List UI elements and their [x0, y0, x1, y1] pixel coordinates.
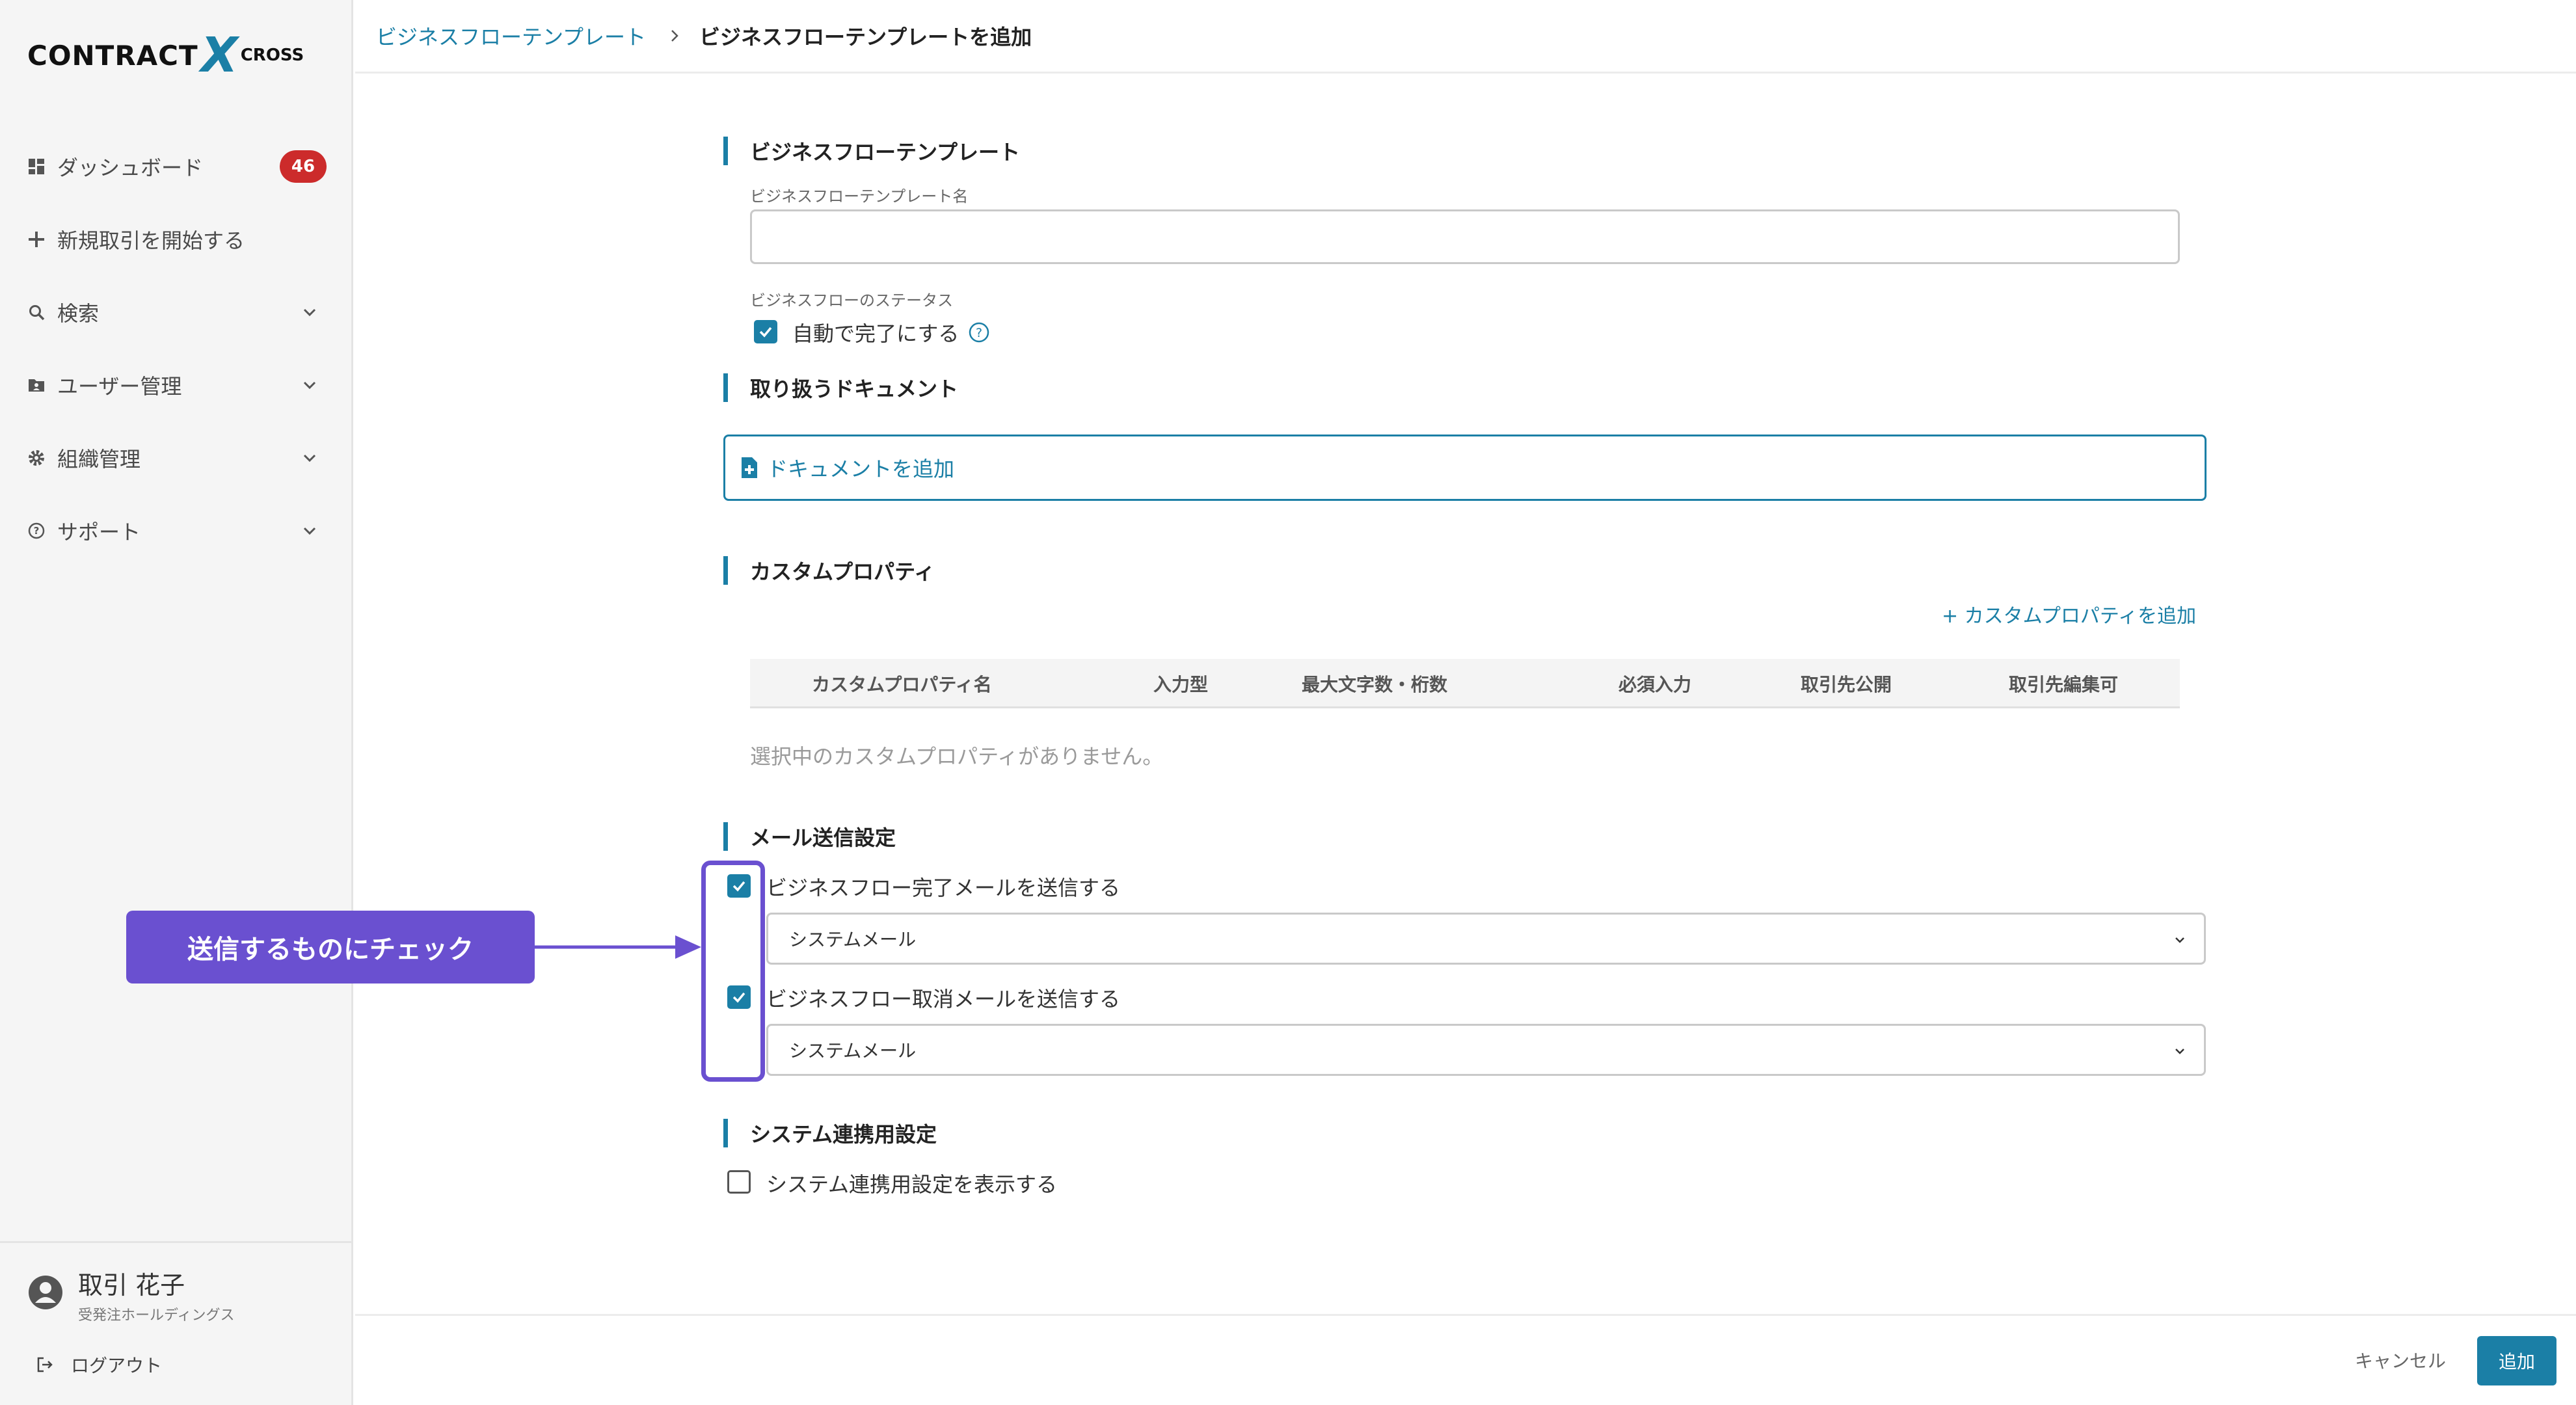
chevron-down-icon [2175, 1049, 2184, 1054]
help-icon: ? [27, 522, 46, 540]
plus-icon [27, 230, 46, 248]
notification-badge: 46 [280, 150, 327, 183]
auto-complete-option[interactable]: 自動で完了にする ? [792, 317, 990, 347]
sidebar-item-organization[interactable]: 組織管理 [0, 421, 351, 494]
column-header[interactable]: カスタムプロパティ名 [812, 659, 992, 708]
sidebar-item-label: サポート [57, 520, 141, 544]
svg-text:?: ? [34, 525, 40, 537]
custom-properties-empty-message: 選択中のカスタムプロパティがありません。 [750, 744, 1164, 769]
sidebar-item-search[interactable]: 検索 [0, 276, 351, 349]
add-document-icon [742, 457, 757, 478]
chevron-down-icon[interactable] [301, 522, 319, 540]
user-name: 取引 花子 [78, 1271, 185, 1300]
auto-complete-label: 自動で完了にする [792, 321, 959, 346]
dashboard-icon [27, 157, 46, 176]
user-folder-icon [27, 376, 46, 394]
sidebar-item-support[interactable]: ? サポート [0, 494, 351, 567]
column-header[interactable]: 最大文字数・桁数 [1302, 659, 1447, 708]
system-show-checkbox[interactable] [727, 1170, 751, 1194]
logo-x: X [200, 27, 238, 83]
mail-complete-select-value: システムメール [789, 929, 917, 950]
page-title: ビジネスフローテンプレートを追加 [699, 25, 1032, 49]
user-profile[interactable]: 取引 花子 受発注ホールディングス [27, 1265, 234, 1324]
section-title-template: ビジネスフローテンプレート [723, 137, 1020, 165]
section-title-custom-properties: カスタムプロパティ [723, 556, 935, 585]
mail-cancel-select-value: システムメール [789, 1040, 917, 1062]
chevron-down-icon[interactable] [301, 303, 319, 321]
chevron-down-icon[interactable] [301, 376, 319, 394]
chevron-down-icon[interactable] [301, 449, 319, 467]
avatar-icon [29, 1276, 62, 1309]
logout-label: ログアウト [71, 1355, 163, 1376]
logout-link[interactable]: ログアウト [36, 1352, 162, 1378]
section-title-system-integration: システム連携用設定 [723, 1119, 937, 1147]
chevron-right-icon [667, 28, 682, 44]
mail-cancel-label[interactable]: ビジネスフロー取消メールを送信する [766, 983, 1120, 1013]
mail-complete-label[interactable]: ビジネスフロー完了メールを送信する [766, 872, 1120, 902]
mail-complete-select[interactable]: システムメール [766, 913, 2206, 965]
logo-sub: CROSS [240, 46, 304, 65]
sidebar-item-new-deal[interactable]: 新規取引を開始する [0, 203, 351, 276]
annotation-callout: 送信するものにチェック [126, 911, 535, 983]
column-header[interactable]: 取引先編集可 [2009, 659, 2118, 708]
system-show-label[interactable]: システム連携用設定を表示する [766, 1168, 1057, 1198]
status-label: ビジネスフローのステータス [750, 291, 953, 310]
annotation-highlight-box [701, 861, 765, 1082]
template-name-input[interactable] [750, 209, 2180, 264]
cancel-button[interactable]: キャンセル [2355, 1347, 2446, 1373]
user-organization: 受発注ホールディングス [78, 1307, 235, 1324]
sidebar-divider [0, 1241, 351, 1243]
add-custom-property-link[interactable]: + カスタムプロパティを追加 [1942, 600, 2196, 628]
mail-cancel-select[interactable]: システムメール [766, 1024, 2206, 1076]
sidebar-item-label: ダッシュボード [57, 155, 204, 180]
custom-properties-table-header: カスタムプロパティ名 入力型 最大文字数・桁数 必須入力 取引先公開 取引先編集… [750, 659, 2180, 708]
logo-text: CONTRACT [27, 39, 198, 72]
help-icon[interactable]: ? [968, 321, 990, 343]
section-title-mail-settings: メール送信設定 [723, 822, 896, 851]
breadcrumb-link[interactable]: ビジネスフローテンプレート [376, 21, 646, 51]
breadcrumb: ビジネスフローテンプレート ビジネスフローテンプレートを追加 [355, 0, 2576, 74]
add-document-label: ドキュメントを追加 [767, 457, 955, 481]
sidebar-item-label: 組織管理 [57, 447, 141, 472]
sidebar-item-label: 新規取引を開始する [57, 228, 245, 253]
section-title-documents: 取り扱うドキュメント [723, 373, 958, 402]
logout-icon [37, 1357, 53, 1372]
add-document-button[interactable]: ドキュメントを追加 [723, 435, 2207, 501]
auto-complete-checkbox[interactable] [754, 320, 777, 343]
annotation-arrow-icon [533, 935, 701, 959]
chevron-down-icon [2175, 937, 2184, 943]
sidebar-item-user-management[interactable]: ユーザー管理 [0, 349, 351, 421]
sidebar-item-dashboard[interactable]: ダッシュボード 46 [0, 130, 351, 203]
svg-text:?: ? [976, 326, 982, 340]
sidebar-item-label: 検索 [57, 301, 100, 326]
search-icon [27, 303, 46, 321]
gear-icon [27, 449, 46, 467]
sidebar-item-label: ユーザー管理 [57, 374, 182, 399]
submit-add-button[interactable]: 追加 [2477, 1336, 2556, 1385]
app-logo[interactable]: CONTRACT X CROSS [27, 27, 304, 83]
footer-bar [355, 1314, 2576, 1405]
sidebar-nav: ダッシュボード 46 新規取引を開始する 検索 ユーザー管理 組織管理 ? サポ… [0, 130, 351, 567]
template-name-label: ビジネスフローテンプレート名 [750, 187, 969, 206]
column-header[interactable]: 取引先公開 [1801, 659, 1892, 708]
column-header[interactable]: 必須入力 [1618, 659, 1691, 708]
sidebar: CONTRACT X CROSS ダッシュボード 46 新規取引を開始する 検索 [0, 0, 353, 1405]
check-icon [759, 327, 772, 338]
column-header[interactable]: 入力型 [1153, 659, 1208, 708]
